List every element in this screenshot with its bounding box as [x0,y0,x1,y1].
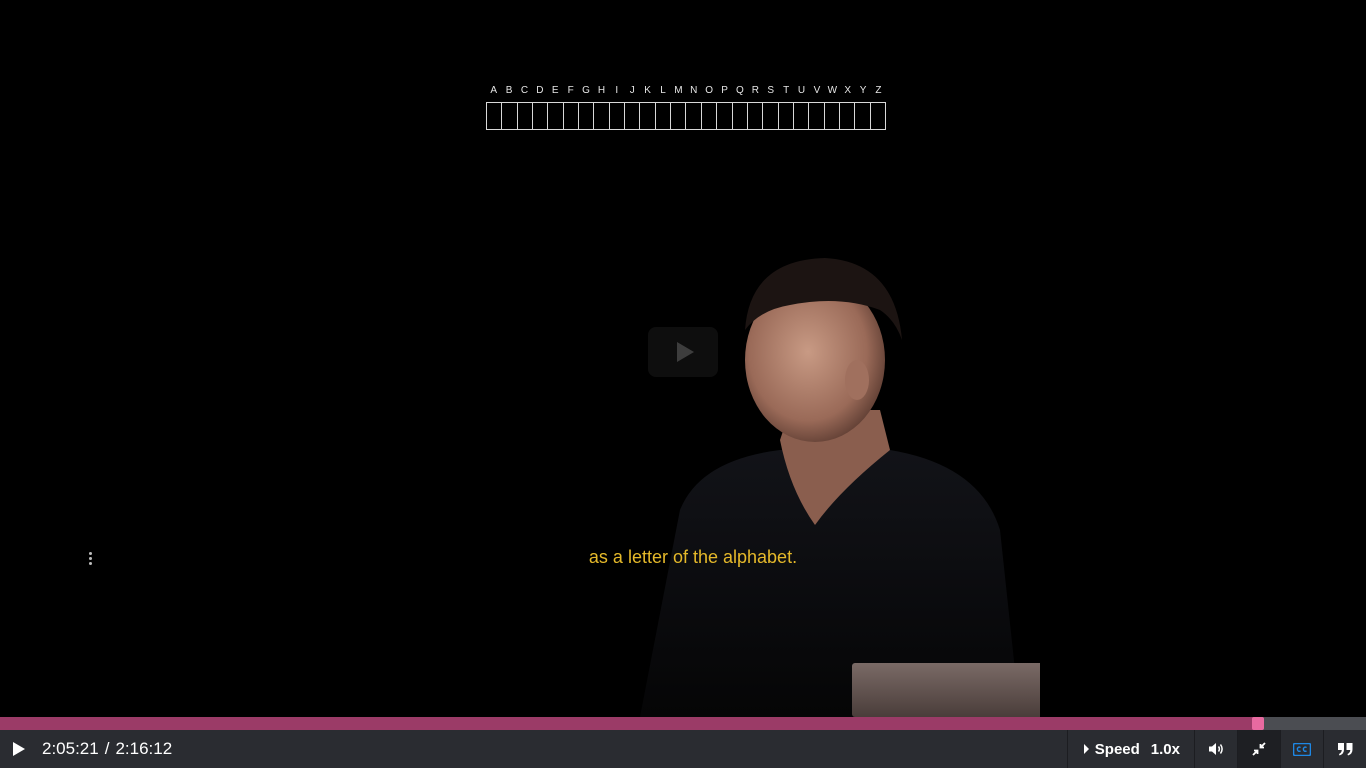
control-bar: 2:05:21 / 2:16:12 Speed 1.0x [0,730,1366,768]
alphabet-box [748,103,764,129]
alphabet-letter: B [505,85,513,96]
alphabet-letter: S [767,85,775,96]
alphabet-letter: X [844,85,852,96]
alphabet-box [487,103,503,129]
play-button[interactable] [0,730,38,768]
alphabet-box [763,103,779,129]
alphabet-boxes [486,102,886,130]
speaker-figure [640,258,1040,717]
time-separator: / [104,739,110,758]
alphabet-letter: Z [875,85,882,96]
alphabet-box [733,103,748,129]
current-time: 2:05:21 [42,739,99,758]
alphabet-letters: ABCDEFGHIJKLMNOPQRSTUVWXYZ [486,84,886,98]
play-icon [13,742,25,756]
alphabet-letter: O [705,85,714,96]
alphabet-letter: W [827,85,838,96]
alphabet-letter: G [582,85,590,96]
alphabet-box [809,103,825,129]
alphabet-letter: C [520,85,529,96]
alphabet-box [825,103,840,129]
alphabet-letter: D [536,85,544,96]
alphabet-box [717,103,733,129]
alphabet-letter: T [783,85,790,96]
alphabet-letter: J [629,85,635,96]
alphabet-box [855,103,871,129]
alphabet-letter: E [551,85,559,96]
speed-label: Speed [1094,740,1140,758]
alphabet-letter: K [644,85,651,96]
transcript-button[interactable] [1323,730,1366,768]
speed-value: 1.0x [1150,740,1180,758]
alphabet-letter: A [490,85,498,96]
progress-fill [0,717,1258,730]
closed-captions-button[interactable] [1280,730,1323,768]
alphabet-box [656,103,672,129]
alphabet-letter: V [813,85,821,96]
alphabet-box [871,103,885,129]
alphabet-letter: N [690,85,698,96]
alphabet-letter: H [597,85,606,96]
alphabet-box [610,103,626,129]
duration: 2:16:12 [115,739,173,758]
alphabet-letter: Y [859,85,867,96]
alphabet-box [502,103,518,129]
speed-button[interactable]: Speed 1.0x [1066,730,1194,768]
closed-captions-icon [1293,742,1311,756]
alphabet-box [671,103,687,129]
alphabet-box [548,103,564,129]
alphabet-letter: M [674,85,683,96]
alphabet-letter: P [721,85,728,96]
volume-button[interactable] [1194,730,1237,768]
progress-bar[interactable] [0,717,1366,730]
caption-text: as a letter of the alphabet. [588,547,798,567]
alphabet-letter: I [615,85,619,96]
alphabet-box [533,103,549,129]
alphabet-box [840,103,856,129]
alphabet-letter: L [660,85,666,96]
volume-icon [1209,743,1223,755]
alphabet-letter: U [797,85,806,96]
alphabet-box [794,103,810,129]
transcript-quote-icon [1337,742,1352,755]
exit-fullscreen-icon [1252,742,1266,756]
alphabet-box [625,103,641,129]
alphabet-box [686,103,702,129]
caret-right-icon [1083,744,1089,754]
time-display: 2:05:21 / 2:16:12 [42,739,172,759]
alphabet-letter: Q [736,85,744,96]
alphabet-letter: R [751,85,759,96]
alphabet-box [564,103,580,129]
alphabet-box [640,103,656,129]
alphabet-box [702,103,718,129]
alphabet-box [579,103,595,129]
progress-handle[interactable] [1252,717,1264,730]
alphabet-letter: F [567,85,574,96]
alphabet-box [779,103,794,129]
video-stage[interactable]: ABCDEFGHIJKLMNOPQRSTUVWXYZ as a letter o… [0,0,1366,717]
alphabet-box [518,103,534,129]
exit-fullscreen-button[interactable] [1237,730,1280,768]
alphabet-box [594,103,610,129]
